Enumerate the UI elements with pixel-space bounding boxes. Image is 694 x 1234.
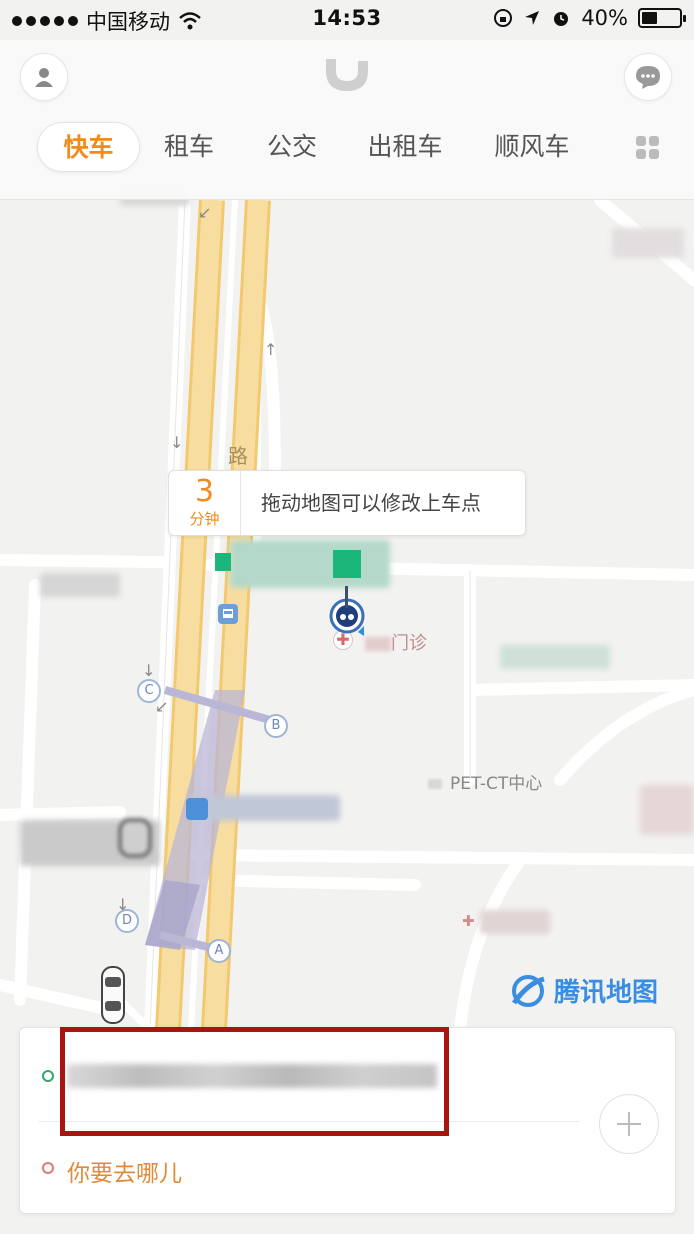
svg-text:↓: ↓ (170, 433, 183, 452)
exit-label: A (214, 943, 224, 958)
chat-bubble-icon (636, 66, 660, 89)
eta-box: 3 分钟 (169, 471, 241, 535)
clinic-label: 门诊 (391, 633, 427, 654)
bus-stop-icon (218, 604, 238, 624)
location-arrow-icon (525, 11, 540, 25)
blurred-poi (40, 573, 120, 597)
svg-text:↑: ↑ (264, 340, 277, 359)
map-attribution: 腾讯地图 (508, 972, 658, 1009)
messages-button[interactable] (624, 53, 672, 101)
add-stop-button[interactable] (599, 1094, 659, 1154)
metro-icon (186, 798, 208, 820)
top-bar: 快车 租车 公交 出租车 顺风车 (0, 40, 694, 200)
blurred-poi (500, 645, 610, 669)
svg-text:↙: ↙ (198, 203, 211, 222)
user-icon (35, 68, 53, 87)
tab-taxi[interactable]: 出租车 (362, 122, 448, 172)
pet-ct-dot (428, 779, 442, 789)
hospital-icon: ✚ (462, 912, 475, 930)
battery-percent: 40% (581, 6, 628, 30)
more-services-button[interactable] (635, 135, 661, 161)
exit-label: B (271, 718, 281, 733)
tencent-map-logo-icon (511, 974, 545, 1007)
metro-exit-c[interactable]: C (137, 679, 161, 703)
rotation-lock-icon (494, 9, 513, 27)
exit-label: C (144, 683, 154, 698)
eta-unit: 分钟 (189, 510, 220, 528)
road-label: 路 (228, 444, 248, 468)
destination-dot-icon (42, 1162, 54, 1174)
callout-message: 拖动地图可以修改上车点 (261, 491, 481, 515)
profile-button[interactable] (20, 53, 68, 101)
blurred-poi (230, 540, 390, 588)
clinic-blur (365, 637, 391, 651)
car-icon (110, 812, 160, 862)
tab-bus[interactable]: 公交 (255, 122, 329, 172)
battery-icon (638, 8, 686, 28)
alarm-icon (554, 12, 569, 26)
svg-text:↓: ↓ (142, 661, 155, 680)
highlight-box (60, 1027, 449, 1136)
battery-level (642, 12, 657, 24)
blurred-poi (612, 228, 684, 258)
didi-logo-icon (326, 59, 368, 91)
poi-clinic: 门诊 (365, 629, 427, 655)
status-bar: 中国移动 14:53 40% (0, 0, 694, 40)
car-icon (96, 965, 130, 1027)
plus-icon (617, 1112, 641, 1136)
pickup-callout[interactable]: 3 分钟 拖动地图可以修改上车点 (168, 470, 526, 536)
service-tabs: 快车 租车 公交 出租车 顺风车 (37, 122, 677, 172)
tab-car-rental[interactable]: 租车 (152, 122, 226, 172)
green-marker (215, 553, 231, 571)
pet-ct-label: PET-CT中心 (450, 774, 543, 794)
tab-carpool[interactable]: 顺风车 (489, 122, 575, 172)
pickup-dot-icon (42, 1070, 54, 1082)
metro-exit-b[interactable]: B (264, 714, 288, 738)
status-right: 40% (493, 6, 686, 30)
blurred-poi (480, 910, 550, 934)
metro-exit-d[interactable]: D (115, 909, 139, 933)
blurred-poi (640, 785, 694, 835)
metro-exit-a[interactable]: A (207, 939, 231, 963)
attribution-text: 腾讯地图 (554, 978, 659, 1008)
eta-value: 3 (194, 474, 215, 509)
destination-input[interactable]: 你要去哪儿 (67, 1154, 182, 1188)
blurred-poi (190, 795, 340, 821)
green-marker (333, 550, 361, 578)
poi-pet-ct: PET-CT中心 (428, 769, 542, 794)
grid-icon (636, 136, 659, 159)
exit-label: D (121, 913, 132, 928)
tab-express[interactable]: 快车 (37, 122, 140, 172)
pickup-pin-stem (345, 586, 348, 608)
